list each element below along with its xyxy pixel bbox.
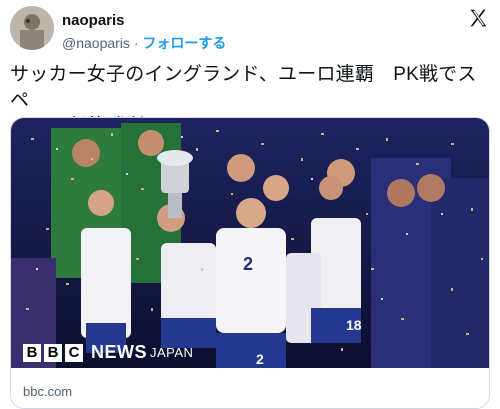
link-card[interactable]: 2 18 2 B B C NEWS JAPAN bbc.com	[10, 117, 490, 409]
bbc-letter-c: C	[65, 343, 83, 362]
svg-text:18: 18	[346, 317, 362, 333]
bbc-letter-b2: B	[44, 343, 62, 362]
x-logo-icon[interactable]	[468, 8, 488, 28]
follow-button[interactable]: フォローする	[142, 35, 226, 51]
author-name[interactable]: naoparis	[62, 12, 125, 29]
tweet-header: naoparis @naoparis · フォローする	[10, 6, 490, 54]
bbc-letter-b1: B	[23, 343, 41, 362]
author-meta: @naoparis · フォローする	[62, 33, 226, 53]
bbc-japan-label: JAPAN	[150, 345, 194, 360]
bbc-news-japan-logo: B B C NEWS JAPAN	[23, 342, 193, 363]
card-domain[interactable]: bbc.com	[23, 384, 72, 399]
bbc-news-label: NEWS	[91, 342, 147, 362]
news-photo[interactable]: 2 18 2	[11, 118, 489, 368]
avatar[interactable]	[10, 6, 54, 50]
avatar-image	[10, 6, 54, 50]
author-handle[interactable]: @naoparis	[62, 35, 130, 51]
tweet-text-line1: サッカー女子のイングランド、ユーロ連覇 PK戦でスペ	[10, 64, 477, 111]
separator: ·	[133, 35, 139, 51]
svg-text:2: 2	[256, 351, 264, 367]
card-footer	[11, 368, 489, 408]
svg-text:2: 2	[243, 254, 253, 274]
